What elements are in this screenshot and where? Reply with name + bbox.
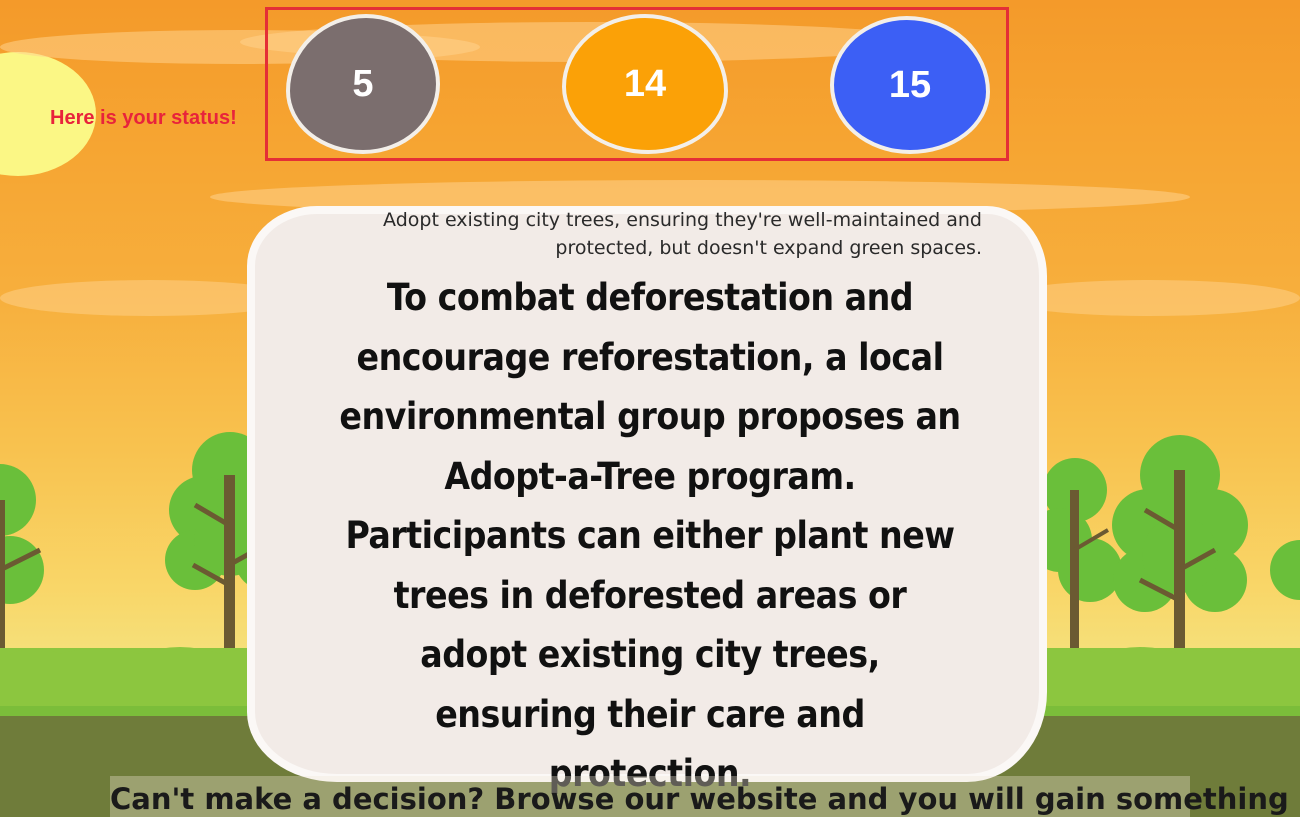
status-indicator-gray: 5 — [286, 14, 440, 154]
option-description: Adopt existing city trees, ensuring they… — [383, 209, 982, 259]
status-label: Here is your status! — [50, 107, 237, 129]
website-hint-link[interactable]: Can't make a decision? Browse our websit… — [110, 776, 1289, 817]
game-scene: Here is your status! 5 14 15 Adopt exist… — [0, 0, 1300, 817]
tree-decoration — [1112, 435, 1248, 660]
scenario-text: To combat deforestation and encourage re… — [339, 276, 961, 795]
tree-decoration — [1270, 540, 1300, 600]
tree-decoration — [0, 464, 44, 660]
